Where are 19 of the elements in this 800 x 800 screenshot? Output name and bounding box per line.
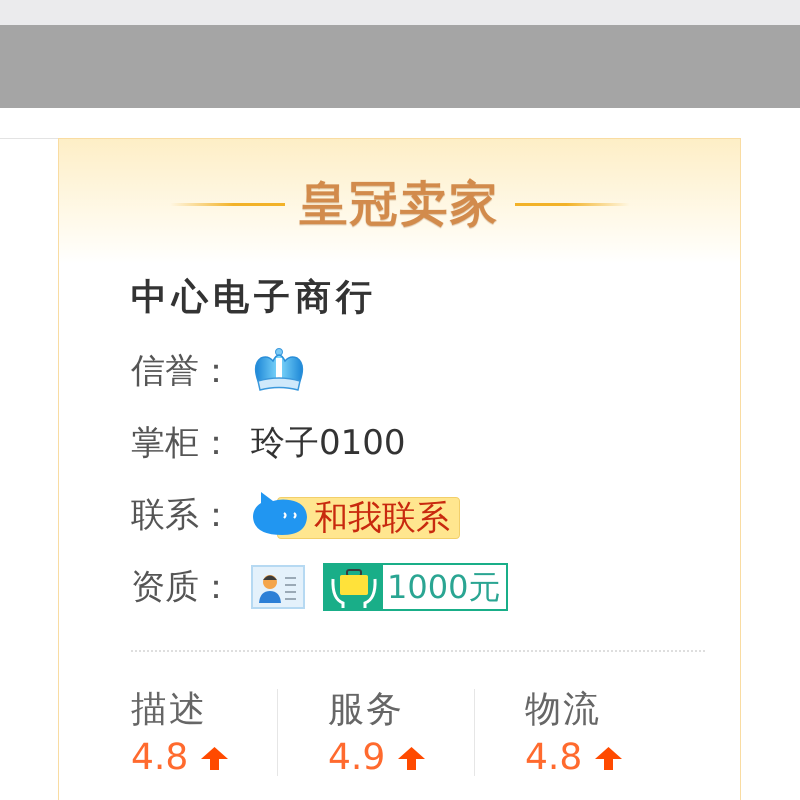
- contact-button[interactable]: 和我联系: [251, 491, 460, 539]
- rating-score: 4.9: [328, 736, 386, 780]
- deposit-amount: 1000元: [386, 567, 502, 608]
- card-title: 皇冠卖家: [300, 177, 500, 231]
- rating-score: 4.8: [525, 736, 582, 780]
- field-label: 联系：: [131, 495, 234, 535]
- field-label: 信誉：: [131, 351, 234, 391]
- shopkeeper-name: 玲子0100: [251, 423, 406, 463]
- chat-bubble-icon: [251, 491, 309, 536]
- rating-label: 描述: [131, 689, 207, 731]
- field-label: 掌柜：: [131, 423, 234, 463]
- briefcase-icon: [325, 565, 383, 609]
- deposit-badge[interactable]: 1000元: [323, 563, 508, 611]
- shop-name[interactable]: 中心电子商行: [131, 277, 377, 319]
- rating-label: 物流: [525, 689, 601, 731]
- id-card-icon: [251, 565, 305, 609]
- rating-label: 服务: [328, 689, 404, 731]
- rating-score: 4.8: [131, 736, 188, 780]
- field-label: 资质：: [131, 567, 234, 607]
